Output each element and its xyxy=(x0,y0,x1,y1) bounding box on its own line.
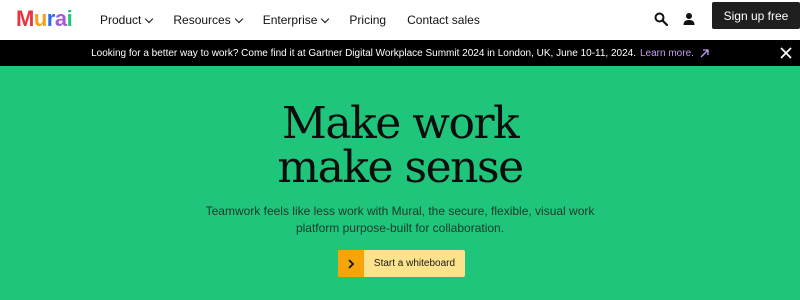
cta-label: Start a whiteboard xyxy=(373,258,456,269)
nav-item-label: Resources xyxy=(173,13,231,27)
subtitle-line-1: Teamwork feels like less work with Mural… xyxy=(205,204,595,218)
nav-item-product[interactable]: Product xyxy=(100,13,154,27)
headline-line-2: make sense xyxy=(277,142,524,193)
nav-item-label: Contact sales xyxy=(407,13,480,27)
logo-letter-r: r xyxy=(46,6,56,31)
close-icon[interactable] xyxy=(778,45,794,61)
cta-icon-box xyxy=(338,250,364,277)
chevron-down-icon xyxy=(234,14,243,23)
announcement-banner: Looking for a better way to work? Come f… xyxy=(0,40,800,66)
user-icon xyxy=(683,13,695,25)
mural-logo[interactable]: M u r a i xyxy=(16,6,73,31)
chevron-down-icon xyxy=(321,14,330,23)
logo-letter-a: a xyxy=(54,6,67,31)
logo-letter-m: M xyxy=(16,6,34,31)
hero-subtitle: Teamwork feels like less work with Mural… xyxy=(0,203,800,237)
search-icon xyxy=(654,12,668,26)
learn-more-link[interactable]: Learn more. xyxy=(640,48,694,59)
nav-item-label: Enterprise xyxy=(262,13,318,27)
nav-item-label: Product xyxy=(100,13,142,27)
banner-text: Looking for a better way to work? Come f… xyxy=(91,47,636,59)
search-button[interactable] xyxy=(651,9,671,29)
start-whiteboard-button[interactable]: Start a whiteboard xyxy=(338,250,465,277)
nav-item-resources[interactable]: Resources xyxy=(173,13,243,27)
sign-up-button[interactable]: Sign up free xyxy=(712,2,800,29)
logo-letter-u: u xyxy=(33,6,47,31)
chevron-down-icon xyxy=(145,14,154,23)
arrow-up-right-icon xyxy=(700,48,709,57)
top-navigation: M u r a i Product Resources Enterprise P… xyxy=(0,0,800,40)
hero-section: Make work make sense Teamwork feels like… xyxy=(0,66,800,300)
chevron-right-icon xyxy=(348,258,355,269)
headline-line-1: Make work xyxy=(281,98,520,149)
nav-item-label: Pricing xyxy=(349,13,387,27)
nav-item-pricing[interactable]: Pricing xyxy=(349,13,386,27)
account-button[interactable] xyxy=(679,9,699,29)
subtitle-line-2: platform purpose-built for collaboration… xyxy=(295,221,505,235)
logo-letter-i: i xyxy=(66,6,73,31)
nav-item-enterprise[interactable]: Enterprise xyxy=(262,13,330,27)
main-menu: Product Resources Enterprise Pricing Con… xyxy=(100,0,501,40)
hero-headline: Make work make sense xyxy=(0,102,800,190)
nav-item-contact-sales[interactable]: Contact sales xyxy=(407,13,480,27)
